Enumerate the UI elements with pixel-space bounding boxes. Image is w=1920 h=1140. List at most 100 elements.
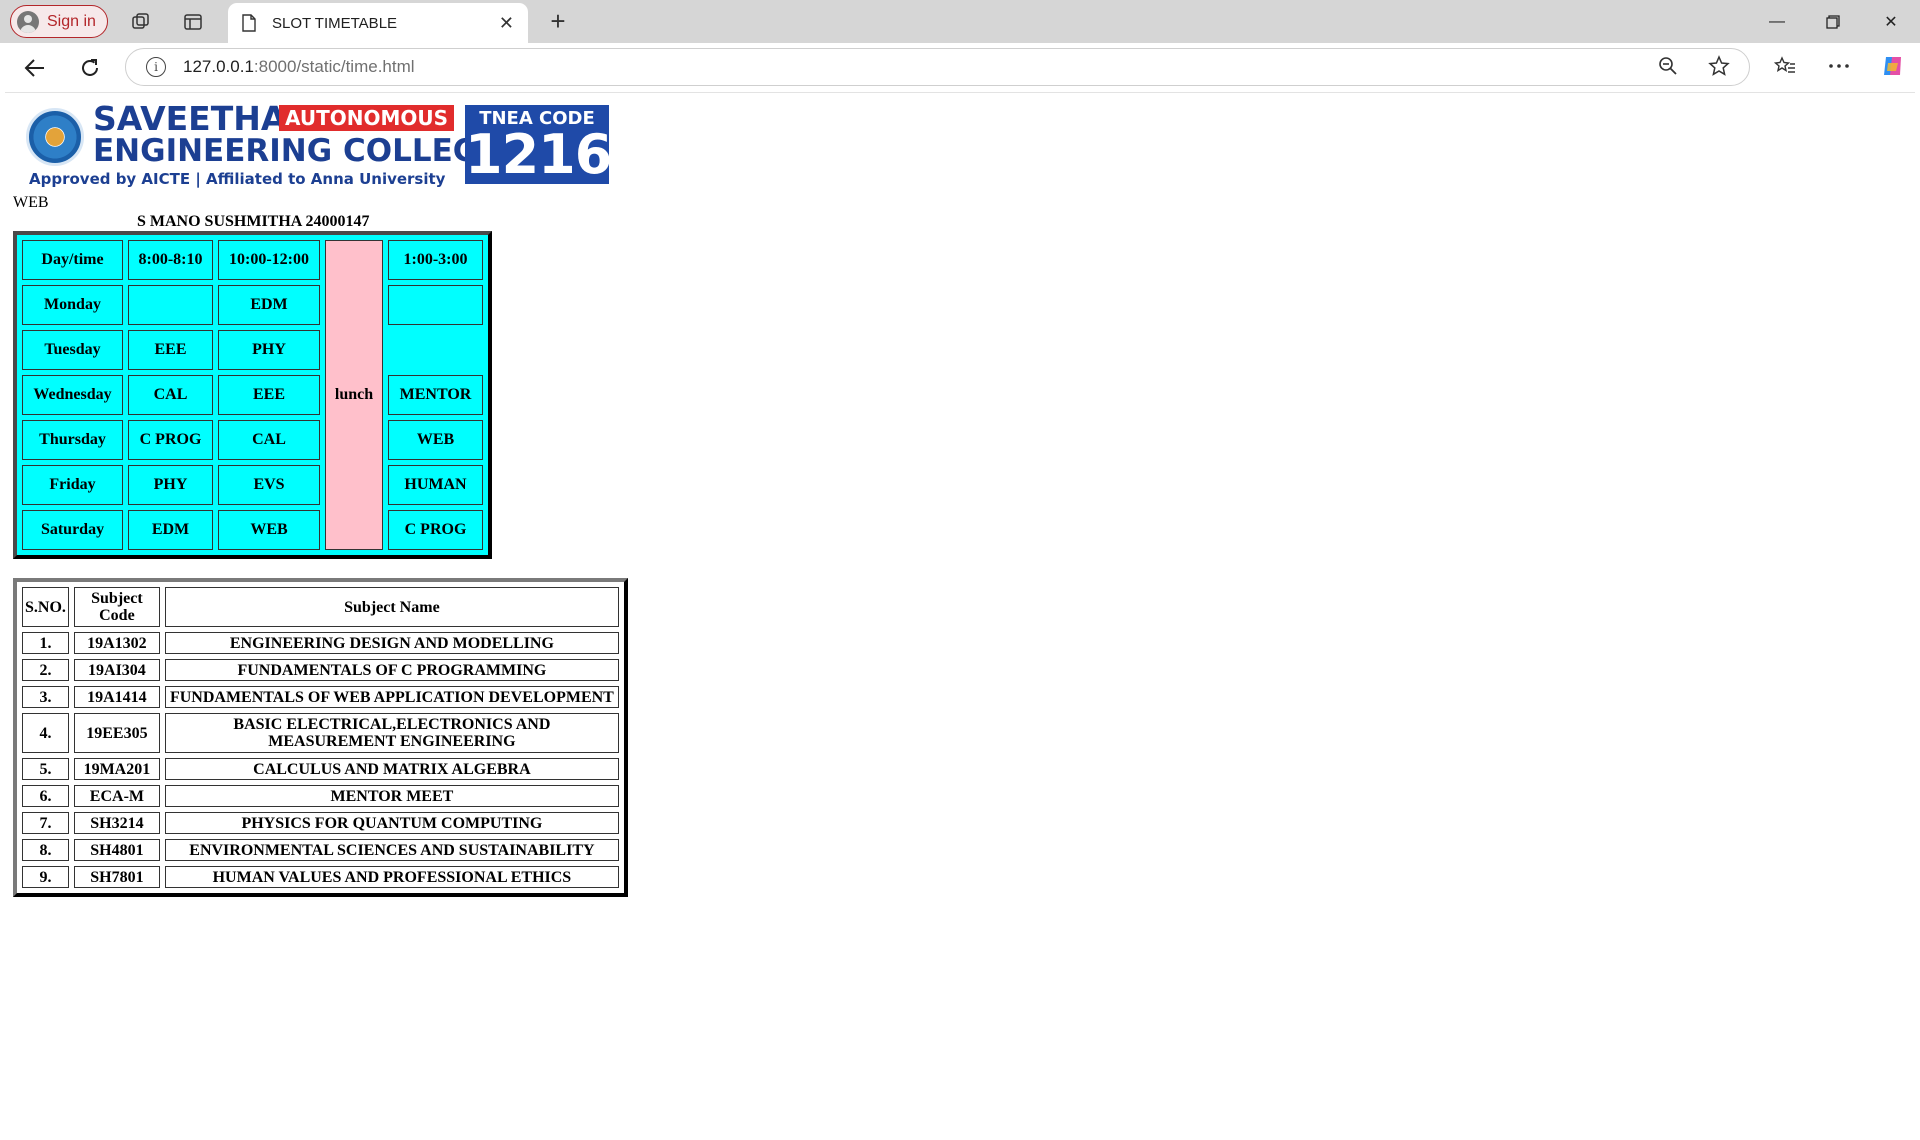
slot-cell: EVS: [218, 465, 320, 505]
close-tab-icon[interactable]: ✕: [499, 13, 514, 34]
name-cell: FUNDAMENTALS OF WEB APPLICATION DEVELOPM…: [164, 686, 619, 708]
logo-name-line2: ENGINEERING COLLEGE: [93, 133, 500, 169]
subjects-header-row: S.NO. Subject Code Subject Name: [22, 587, 619, 627]
slot-cell: EDM: [218, 285, 320, 325]
day-cell: Tuesday: [22, 330, 123, 370]
back-arrow-icon[interactable]: [20, 53, 50, 83]
subject-row: 2. 19AI304 FUNDAMENTALS OF C PROGRAMMING: [22, 659, 619, 681]
favorites-list-icon[interactable]: [1772, 53, 1798, 79]
subject-row: 6. ECA-M MENTOR MEET: [22, 785, 619, 807]
timetable-row: Saturday EDM WEB C PROG: [22, 510, 483, 550]
sno-cell: 4.: [22, 713, 69, 753]
sno-cell: 7.: [22, 812, 69, 834]
slot-cell: CAL: [128, 375, 213, 415]
sno-cell: 9.: [22, 866, 69, 888]
name-cell: HUMAN VALUES AND PROFESSIONAL ETHICS: [164, 866, 619, 888]
profile-avatar-icon: [17, 10, 39, 33]
restore-button[interactable]: [1818, 8, 1848, 36]
sno-cell: 6.: [22, 785, 69, 807]
sno-cell: 2.: [22, 659, 69, 681]
day-cell: Wednesday: [22, 375, 123, 415]
day-cell: Thursday: [22, 420, 123, 460]
web-label: WEB: [13, 194, 49, 211]
logo-name-line1: SAVEETHA: [93, 99, 287, 138]
subject-row: 4. 19EE305 BASIC ELECTRICAL,ELECTRONICS AN…: [22, 713, 619, 753]
slot-cell-empty: [388, 330, 483, 370]
zoom-out-icon[interactable]: [1655, 53, 1681, 79]
sno-cell: 3.: [22, 686, 69, 708]
vertical-tabs-icon[interactable]: [181, 10, 205, 34]
name-cell: MENTOR MEET: [164, 785, 619, 807]
college-emblem-icon: [26, 108, 84, 166]
url-text: 127.0.0.1:8000/static/time.html: [183, 57, 415, 76]
slot-cell: EDM: [128, 510, 213, 550]
day-cell: Friday: [22, 465, 123, 505]
day-cell: Saturday: [22, 510, 123, 550]
sign-in-button[interactable]: Sign in: [10, 5, 108, 38]
timetable-row: Wednesday CAL EEE MENTOR: [22, 375, 483, 415]
close-window-button[interactable]: ✕: [1876, 8, 1906, 36]
header-slot-1: 8:00-8:10: [128, 240, 213, 280]
name-cell: FUNDAMENTALS OF C PROGRAMMING: [164, 659, 619, 681]
subject-row: 5. 19MA201 CALCULUS AND MATRIX ALGEBRA: [22, 758, 619, 780]
tab-slot-timetable[interactable]: SLOT TIMETABLE ✕: [228, 3, 528, 43]
page-content: SAVEETHA AUTONOMOUS ENGINEERING COLLEGE …: [5, 93, 1915, 1136]
timetable-row: Monday EDM: [22, 285, 483, 325]
slot-cell: EEE: [218, 375, 320, 415]
code-cell: SH3214: [73, 812, 160, 834]
slot-cell: MENTOR: [388, 375, 483, 415]
sign-in-label: Sign in: [47, 12, 96, 30]
logo-approval-text: Approved by AICTE | Affiliated to Anna U…: [29, 170, 446, 188]
refresh-icon[interactable]: [75, 53, 105, 83]
autonomous-badge: AUTONOMOUS: [279, 105, 455, 131]
tab-title: SLOT TIMETABLE: [272, 14, 398, 32]
subject-row: 3. 19A1414 FUNDAMENTALS OF WEB APPLICATION…: [22, 686, 619, 708]
browser-title-bar: Sign in SLOT TIMETABLE ✕ + — ✕: [0, 0, 1920, 43]
header-subject-code: Subject Code: [73, 587, 160, 627]
slot-cell: PHY: [128, 465, 213, 505]
code-cell: SH4801: [73, 839, 160, 861]
subject-row: 8. SH4801 ENVIRONMENTAL SCIENCES AND SUSTA…: [22, 839, 619, 861]
header-sno: S.NO.: [22, 587, 69, 627]
timetable-row: Friday PHY EVS HUMAN: [22, 465, 483, 505]
subjects-table: S.NO. Subject Code Subject Name 1. 19A130…: [13, 578, 628, 897]
subject-row: 1. 19A1302 ENGINEERING DESIGN AND MODELLIN…: [22, 632, 619, 654]
name-cell: PHYSICS FOR QUANTUM COMPUTING: [164, 812, 619, 834]
code-cell: 19AI304: [73, 659, 160, 681]
tnea-code: 1216: [465, 123, 612, 186]
slot-cell: CAL: [218, 420, 320, 460]
address-bar[interactable]: i 127.0.0.1:8000/static/time.html: [125, 48, 1750, 86]
subject-row: 7. SH3214 PHYSICS FOR QUANTUM COMPUTING: [22, 812, 619, 834]
copilot-icon[interactable]: [1880, 53, 1906, 79]
timetable-row: Tuesday EEE PHY: [22, 330, 483, 370]
slot-cell: EEE: [128, 330, 213, 370]
sno-cell: 5.: [22, 758, 69, 780]
code-cell: SH7801: [73, 866, 160, 888]
slot-cell: WEB: [218, 510, 320, 550]
code-cell: 19MA201: [73, 758, 160, 780]
day-cell: Monday: [22, 285, 123, 325]
slot-cell: [128, 285, 213, 325]
page-icon: [242, 14, 256, 32]
header-slot-2: 10:00-12:00: [218, 240, 320, 280]
lunch-cell: lunch: [325, 240, 383, 550]
name-cell: BASIC ELECTRICAL,ELECTRONICS AND MEASURE…: [164, 713, 619, 753]
favorite-star-icon[interactable]: [1706, 53, 1732, 79]
more-options-icon[interactable]: [1826, 53, 1852, 79]
college-logo: SAVEETHA AUTONOMOUS ENGINEERING COLLEGE …: [21, 99, 612, 188]
tnea-code-box: TNEA CODE 1216: [465, 105, 612, 186]
code-cell: 19A1302: [73, 632, 160, 654]
new-tab-button[interactable]: +: [543, 6, 573, 36]
slot-cell: [388, 285, 483, 325]
code-cell: 19A1414: [73, 686, 160, 708]
workspaces-icon[interactable]: [129, 10, 153, 34]
slot-cell: C PROG: [388, 510, 483, 550]
minimize-button[interactable]: —: [1762, 8, 1792, 36]
header-slot-3: 1:00-3:00: [388, 240, 483, 280]
site-info-icon[interactable]: i: [146, 57, 166, 77]
slot-cell: WEB: [388, 420, 483, 460]
code-cell: 19EE305: [73, 713, 160, 753]
header-day-time: Day/time: [22, 240, 123, 280]
sno-cell: 1.: [22, 632, 69, 654]
slot-cell: C PROG: [128, 420, 213, 460]
